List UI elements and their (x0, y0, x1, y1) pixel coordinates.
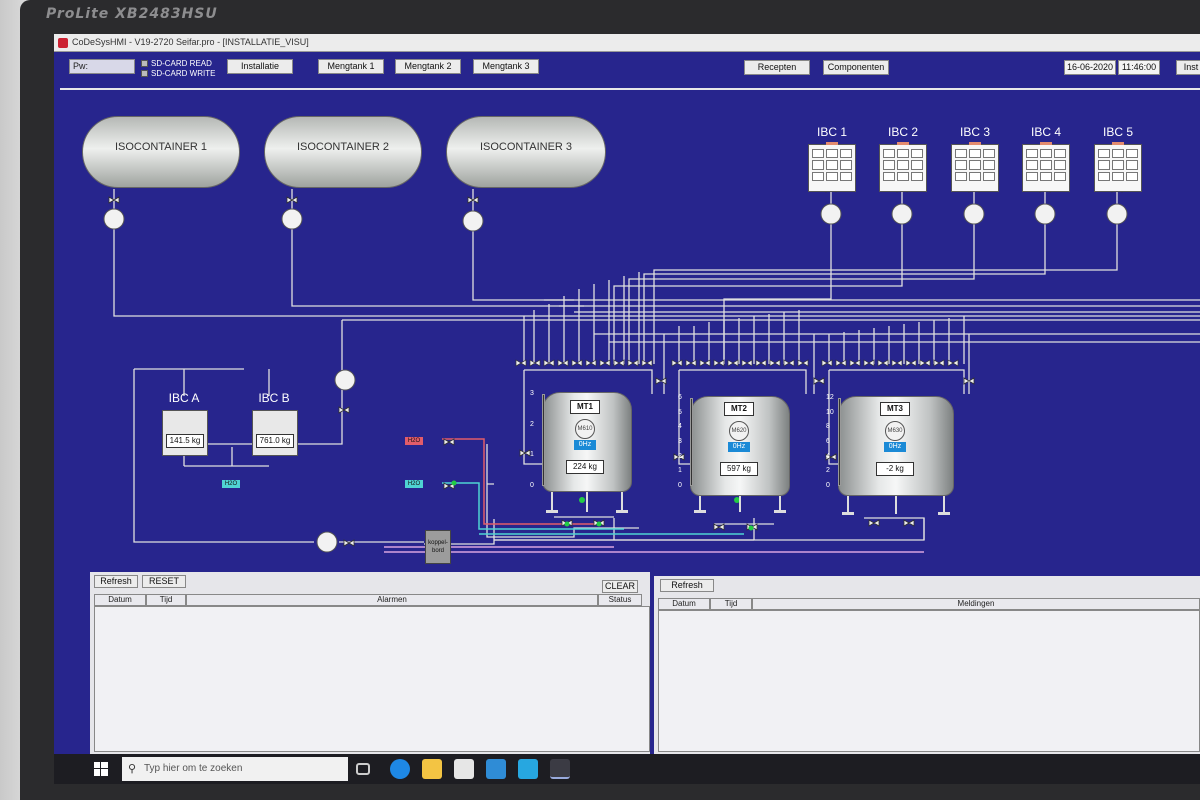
messages-col-meldingen: Meldingen (752, 598, 1200, 610)
windows-taskbar: ⚲ Typ hier om te zoeken (54, 754, 1200, 784)
alarm-list[interactable] (94, 606, 650, 752)
alarm-col-datum: Datum (94, 594, 146, 606)
mail-icon[interactable] (486, 759, 506, 779)
alarm-panel: Refresh RESET CLEAR Datum Tijd Alarmen S… (90, 572, 650, 754)
alarm-col-status: Status (598, 594, 642, 606)
alarm-col-tijd: Tijd (146, 594, 186, 606)
alarm-col-alarmen: Alarmen (186, 594, 598, 606)
messages-refresh-button[interactable]: Refresh (660, 579, 714, 592)
l-app-icon[interactable] (518, 759, 538, 779)
monitor-brand: ProLite XB2483HSU (46, 6, 218, 22)
file-explorer-icon[interactable] (422, 759, 442, 779)
messages-col-datum: Datum (658, 598, 710, 610)
messages-list[interactable] (658, 610, 1200, 752)
search-icon: ⚲ (128, 763, 137, 775)
alarm-refresh-button[interactable]: Refresh (94, 575, 138, 588)
codesys-hmi-taskbar-icon[interactable] (550, 759, 570, 779)
hmi-screen: CoDeSysHMI - V19-2720 Seifar.pro - [INST… (54, 34, 1200, 784)
edge-browser-icon[interactable] (390, 759, 410, 779)
messages-panel: Refresh Datum Tijd Meldingen (654, 576, 1200, 754)
messages-col-tijd: Tijd (710, 598, 752, 610)
alarm-reset-button[interactable]: RESET (142, 575, 186, 588)
windows-start-icon[interactable] (94, 762, 108, 776)
taskbar-search-box[interactable]: ⚲ Typ hier om te zoeken (122, 757, 348, 781)
store-icon[interactable] (454, 759, 474, 779)
alarm-clear-button[interactable]: CLEAR (602, 580, 638, 593)
tank-legs (546, 492, 950, 515)
taskbar-search-placeholder: Typ hier om te zoeken (144, 763, 243, 774)
task-view-icon[interactable] (356, 763, 370, 775)
